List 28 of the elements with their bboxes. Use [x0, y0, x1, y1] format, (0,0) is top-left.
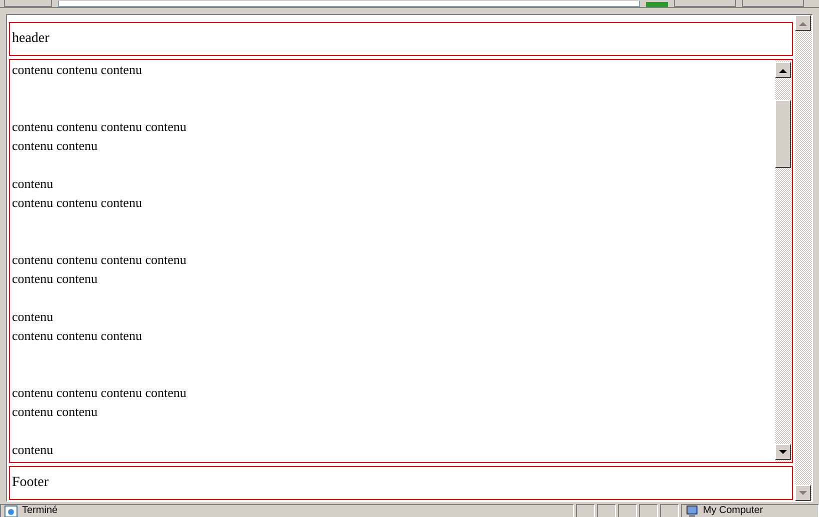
status-text: Terminé	[22, 505, 58, 517]
page-icon	[4, 505, 18, 517]
footer-text: Footer	[12, 475, 49, 491]
content-text: contenu contenu contenu	[12, 195, 142, 210]
header-text: header	[12, 31, 50, 47]
scrollbar[interactable]	[795, 15, 812, 501]
zone-text: My Computer	[703, 505, 764, 517]
content-text: contenu contenu contenu contenu	[12, 385, 186, 400]
content-text: contenu	[12, 176, 54, 191]
status-pane	[576, 504, 595, 517]
content-text: contenu	[12, 309, 54, 324]
toolbar-button[interactable]	[674, 0, 736, 7]
content-text: contenu contenu contenu contenu	[12, 119, 186, 134]
status-pane	[660, 504, 679, 517]
status-pane	[597, 504, 616, 517]
scrollbar[interactable]	[775, 60, 792, 462]
toolbar-button[interactable]	[4, 0, 52, 7]
content-text: contenu contenu contenu contenu	[12, 252, 186, 267]
content-text: contenu contenu	[12, 138, 98, 153]
content-text: contenu contenu	[12, 404, 98, 419]
content-text: contenu contenu	[12, 271, 98, 286]
toolbar-button[interactable]	[742, 0, 804, 7]
status-pane	[639, 504, 658, 517]
content-text: contenu	[12, 442, 54, 457]
content-text: contenu contenu contenu	[12, 328, 142, 343]
status-pane	[618, 504, 637, 517]
scroll-thumb[interactable]	[775, 100, 791, 168]
content-text: contenu contenu contenu	[12, 62, 142, 77]
